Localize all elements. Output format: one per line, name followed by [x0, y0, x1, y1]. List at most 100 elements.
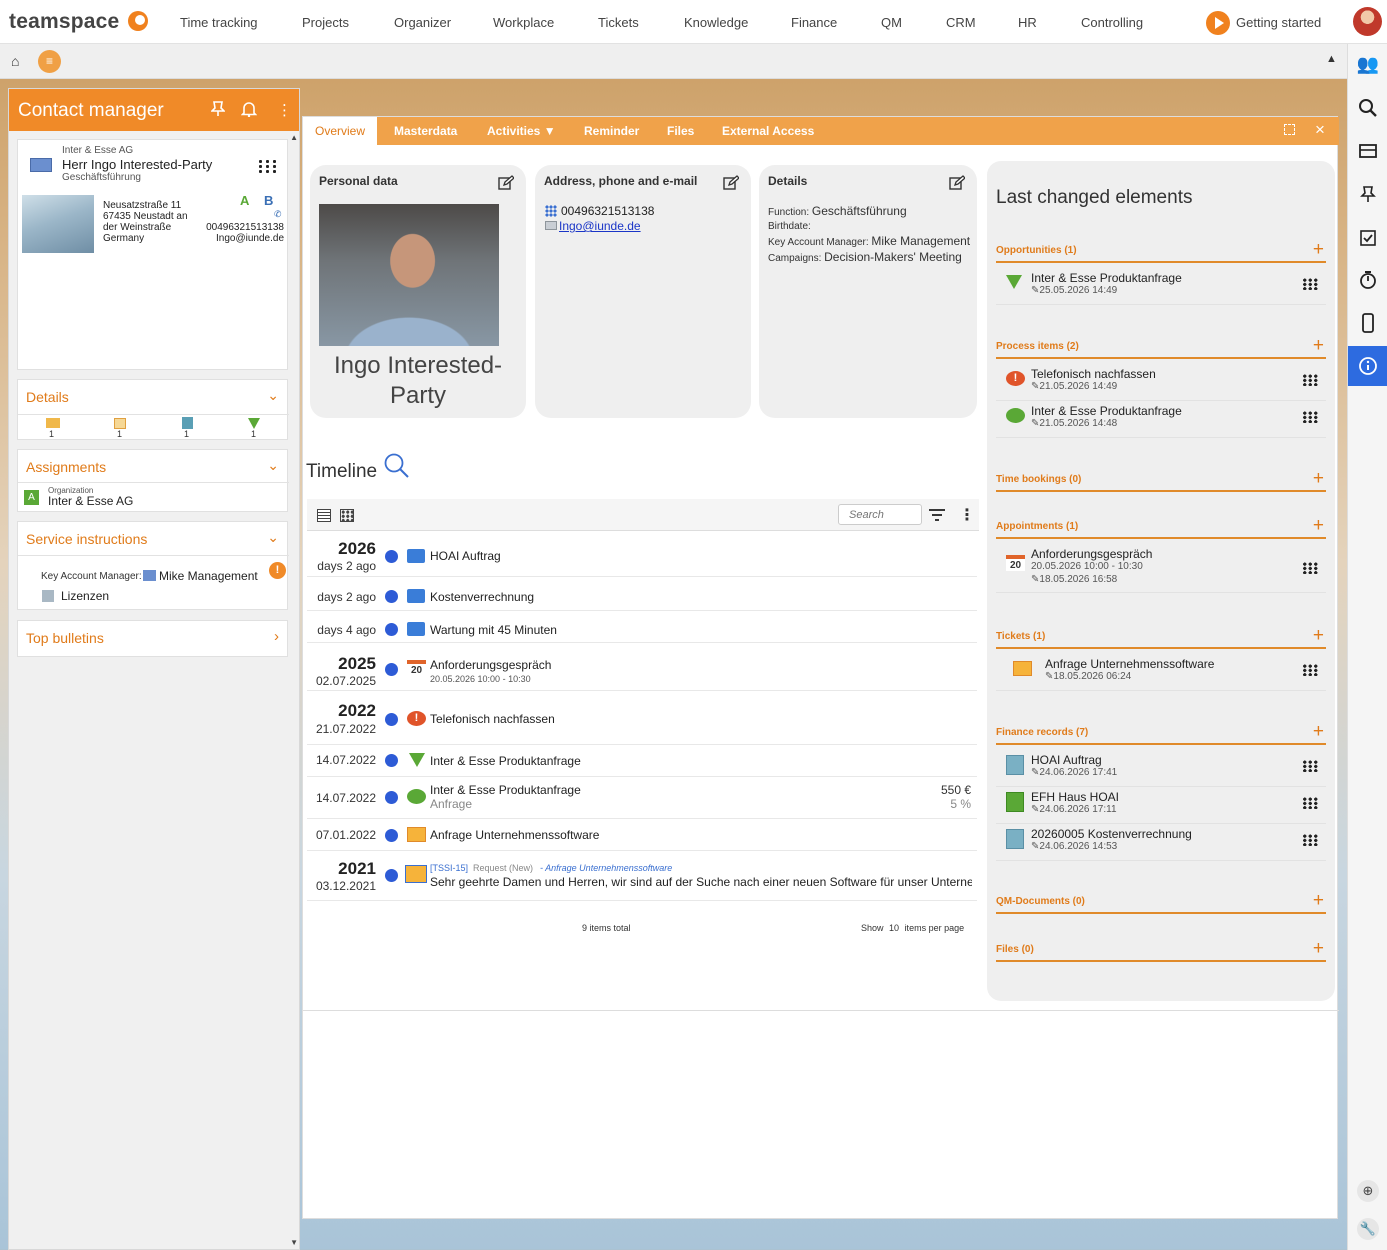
- lce-item[interactable]: EFH Haus HOAI ✎24.06.2026 17:11: [996, 788, 1326, 824]
- service-instructions-title[interactable]: Service instructions: [26, 531, 147, 547]
- lce-item[interactable]: Anfrage Unternehmenssoftware ✎18.05.2026…: [996, 655, 1326, 691]
- scroll-up-icon[interactable]: ▲: [290, 133, 298, 142]
- timeline-text[interactable]: Sehr geehrte Damen und Herren, wir sind …: [430, 875, 972, 889]
- lce-item[interactable]: Inter & Esse Produktanfrage ✎21.05.2026 …: [996, 402, 1326, 438]
- chevron-down-icon[interactable]: ⌄: [267, 529, 279, 546]
- lce-item-name[interactable]: 20260005 Kostenverrechnung: [1031, 827, 1192, 841]
- ticket-id[interactable]: [TSSI-15]: [430, 863, 468, 873]
- list-view-icon[interactable]: [317, 509, 331, 522]
- address-email[interactable]: Ingo@iunde.de: [559, 219, 641, 233]
- org-name[interactable]: Inter & Esse AG: [48, 494, 133, 508]
- mobile-icon[interactable]: [1348, 303, 1387, 343]
- chevron-down-icon[interactable]: ⌄: [267, 387, 279, 404]
- grid-menu-icon[interactable]: [1302, 278, 1318, 290]
- chevron-down-icon[interactable]: ⌄: [267, 457, 279, 474]
- contact-phone[interactable]: 00496321513138: [206, 222, 284, 233]
- edit-icon[interactable]: [498, 175, 515, 196]
- lce-item[interactable]: Inter & Esse Produktanfrage ✎25.05.2026 …: [996, 269, 1326, 305]
- timeline-row[interactable]: days 4 ago Wartung mit 45 Minuten: [307, 611, 977, 643]
- add-icon[interactable]: +: [1313, 890, 1324, 912]
- stopwatch-icon[interactable]: [1348, 260, 1387, 300]
- lce-section-title[interactable]: Time bookings (0): [996, 474, 1081, 485]
- lce-section-title[interactable]: Tickets (1): [996, 631, 1045, 642]
- nav-crm[interactable]: CRM: [946, 15, 976, 30]
- timeline-row[interactable]: 2025 02.07.2025 20 Anforderungsgespräch …: [307, 643, 977, 691]
- home-icon[interactable]: ⌂: [11, 53, 19, 69]
- grid-menu-icon[interactable]: [257, 159, 277, 173]
- timeline-text[interactable]: Anforderungsgespräch: [430, 658, 551, 672]
- edit-icon[interactable]: [723, 175, 740, 196]
- lce-section-title[interactable]: Finance records (7): [996, 727, 1088, 738]
- add-icon[interactable]: +: [1313, 625, 1324, 647]
- collapse-up-icon[interactable]: ▲: [1326, 53, 1337, 65]
- filter-icon[interactable]: [928, 508, 946, 525]
- tab-masterdata[interactable]: Masterdata: [394, 124, 457, 138]
- timeline-row[interactable]: 07.01.2022 Anfrage Unternehmenssoftware: [307, 819, 977, 851]
- lce-section-title[interactable]: QM-Documents (0): [996, 896, 1085, 907]
- nav-controlling[interactable]: Controlling: [1081, 15, 1143, 30]
- contact-email[interactable]: Ingo@iunde.de: [216, 233, 284, 244]
- ticket-link[interactable]: - Anfrage Unternehmenssoftware: [540, 863, 672, 873]
- checklist-icon[interactable]: [1348, 218, 1387, 258]
- getting-started-link[interactable]: Getting started: [1236, 15, 1321, 30]
- bell-icon[interactable]: [240, 101, 258, 121]
- menu-icon[interactable]: ≡: [38, 50, 61, 73]
- timeline-text[interactable]: Inter & Esse Produktanfrage: [430, 783, 581, 797]
- lce-item-name[interactable]: Telefonisch nachfassen: [1031, 367, 1156, 381]
- chevron-right-icon[interactable]: ›: [274, 628, 279, 645]
- top-bulletins-title[interactable]: Top bulletins: [26, 630, 104, 646]
- lce-section-title[interactable]: Appointments (1): [996, 521, 1078, 532]
- grid-menu-icon[interactable]: [1302, 797, 1318, 809]
- lce-section-title[interactable]: Opportunities (1): [996, 245, 1077, 256]
- timeline-row[interactable]: 2026 days 2 ago HOAI Auftrag: [307, 537, 977, 577]
- add-icon[interactable]: +: [1313, 721, 1324, 743]
- info-icon[interactable]: [1348, 346, 1387, 386]
- add-icon[interactable]: +: [1313, 335, 1324, 357]
- lce-item[interactable]: HOAI Auftrag ✎24.06.2026 17:41: [996, 751, 1326, 787]
- lce-item-name[interactable]: Inter & Esse Produktanfrage: [1031, 404, 1182, 418]
- lce-section-title[interactable]: Files (0): [996, 944, 1034, 955]
- nav-workplace[interactable]: Workplace: [493, 15, 554, 30]
- nav-qm[interactable]: QM: [881, 15, 902, 30]
- lce-item[interactable]: ! Telefonisch nachfassen ✎21.05.2026 14:…: [996, 365, 1326, 401]
- edit-icon[interactable]: [949, 175, 966, 196]
- app-logo[interactable]: teamspace: [9, 10, 119, 34]
- warning-icon[interactable]: !: [269, 562, 286, 579]
- address-phone[interactable]: 00496321513138: [561, 204, 654, 218]
- tab-external-access[interactable]: External Access: [722, 124, 814, 138]
- timeline-row[interactable]: 2021 03.12.2021 [TSSI-15] Request (New) …: [307, 851, 977, 901]
- add-icon[interactable]: +: [1313, 468, 1324, 490]
- pin-icon[interactable]: [1348, 174, 1387, 214]
- timeline-text[interactable]: Inter & Esse Produktanfrage: [430, 754, 581, 768]
- play-icon[interactable]: [1206, 11, 1230, 35]
- lce-item-name[interactable]: EFH Haus HOAI: [1031, 790, 1119, 804]
- lce-section-title[interactable]: Process items (2): [996, 341, 1079, 352]
- tab-overview[interactable]: Overview: [303, 117, 378, 145]
- grid-menu-icon[interactable]: [1302, 562, 1318, 574]
- tab-reminder[interactable]: Reminder: [584, 124, 639, 138]
- close-icon[interactable]: ×: [1315, 120, 1325, 140]
- timeline-text[interactable]: Telefonisch nachfassen: [430, 712, 555, 726]
- add-icon[interactable]: +: [1313, 938, 1324, 960]
- search-icon[interactable]: [1348, 88, 1387, 128]
- timeline-search-input[interactable]: [838, 504, 922, 525]
- assignments-title[interactable]: Assignments: [26, 459, 106, 475]
- grid-menu-icon[interactable]: [1302, 411, 1318, 423]
- lce-item[interactable]: 20 Anforderungsgespräch 20.05.2026 10:00…: [996, 545, 1326, 593]
- nav-hr[interactable]: HR: [1018, 15, 1037, 30]
- lce-item-name[interactable]: Anfrage Unternehmenssoftware: [1045, 657, 1214, 671]
- nav-organizer[interactable]: Organizer: [394, 15, 451, 30]
- grid-view-icon[interactable]: [340, 509, 354, 522]
- pin-icon[interactable]: [210, 101, 226, 121]
- top-bulletins-section[interactable]: Top bulletins ›: [17, 620, 288, 657]
- add-icon[interactable]: +: [1313, 515, 1324, 537]
- timeline-text[interactable]: Kostenverrechnung: [430, 590, 534, 604]
- more-options-icon[interactable]: ⋮: [277, 101, 292, 119]
- nav-time-tracking[interactable]: Time tracking: [180, 15, 258, 30]
- lce-item-name[interactable]: HOAI Auftrag: [1031, 753, 1102, 767]
- nav-projects[interactable]: Projects: [302, 15, 349, 30]
- lce-item-name[interactable]: Anforderungsgespräch: [1031, 547, 1152, 561]
- lce-item[interactable]: 20260005 Kostenverrechnung ✎24.06.2026 1…: [996, 825, 1326, 861]
- timeline-text[interactable]: HOAI Auftrag: [430, 549, 501, 563]
- timeline-row[interactable]: 14.07.2022 Inter & Esse Produktanfrage A…: [307, 777, 977, 819]
